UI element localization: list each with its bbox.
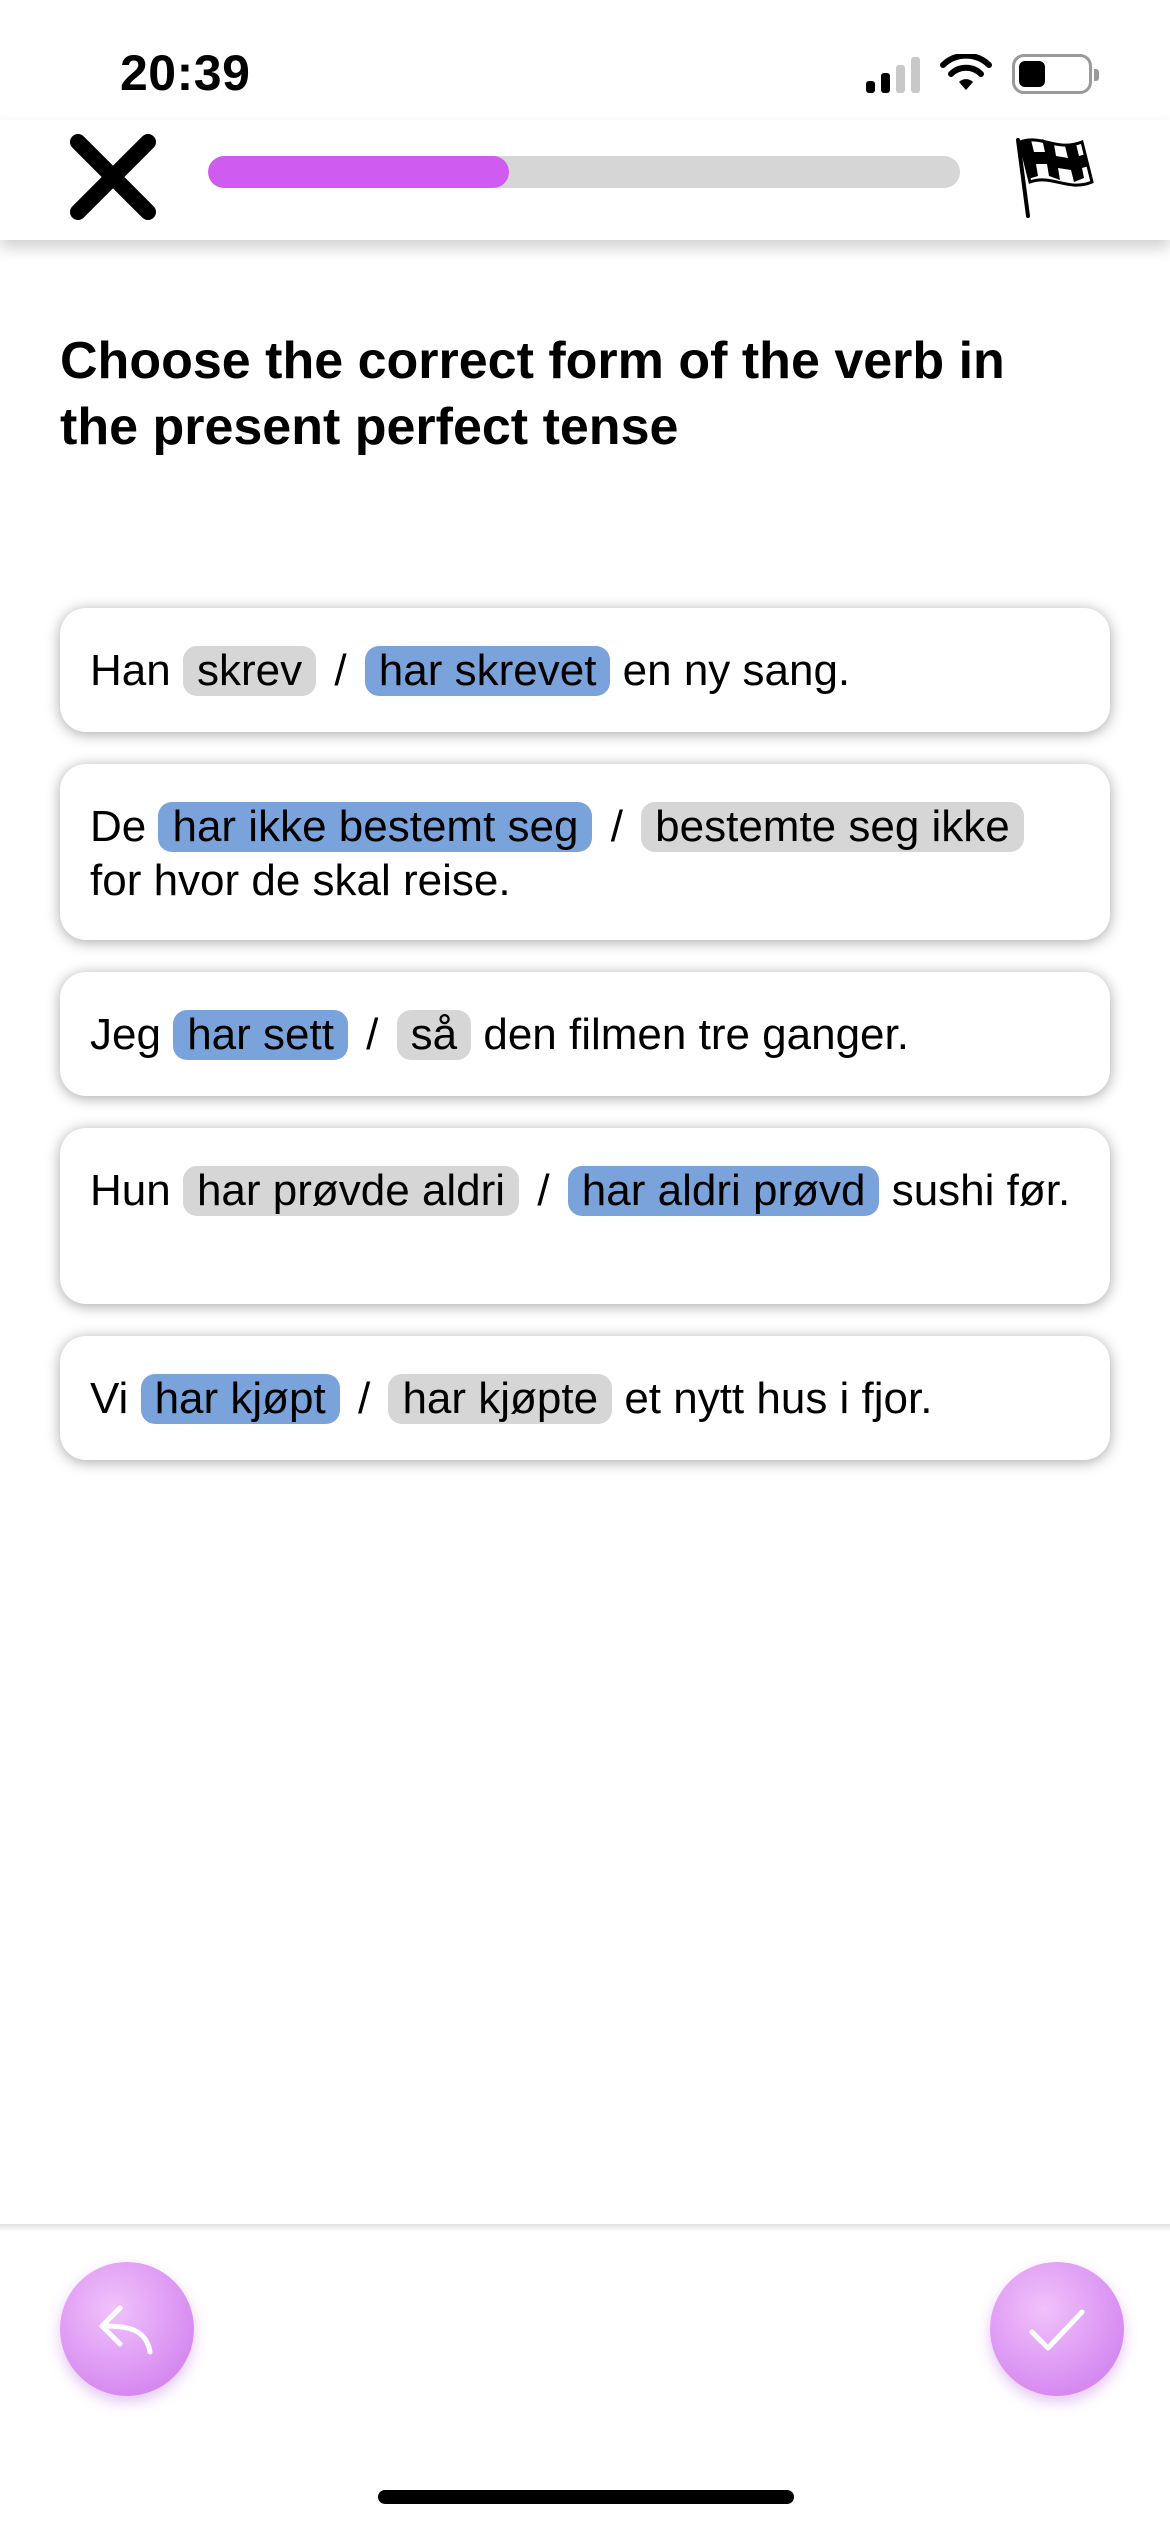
sentence-end: et nytt hus i fjor. — [624, 1374, 933, 1423]
option-separator: / — [610, 802, 623, 851]
sentence-start: Han — [90, 646, 171, 695]
sentence-start: Vi — [90, 1374, 129, 1423]
exercise-card: Jeg har sett / så den filmen tre ganger. — [60, 972, 1110, 1096]
progress-bar — [208, 156, 960, 188]
exercise-card: Han skrev / har skrevet en ny sang. — [60, 608, 1110, 732]
undo-button[interactable] — [60, 2262, 194, 2396]
exercise-card: Vi har kjøpt / har kjøpte et nytt hus i … — [60, 1336, 1110, 1460]
cellular-signal-icon — [866, 55, 920, 93]
checkmark-icon — [1029, 2309, 1085, 2351]
sentence-end: en ny sang. — [622, 646, 851, 695]
status-icons — [866, 54, 1099, 94]
status-bar: 20:39 — [0, 0, 1170, 120]
option-b-chip[interactable]: bestemte seg ikke — [641, 802, 1024, 852]
battery-icon — [1012, 54, 1099, 94]
top-bar — [0, 120, 1170, 240]
sentence-start: De — [90, 802, 147, 851]
option-separator: / — [334, 646, 347, 695]
close-button[interactable] — [66, 130, 160, 224]
option-separator: / — [357, 1374, 371, 1423]
close-icon — [70, 134, 156, 220]
check-answer-button[interactable] — [990, 2262, 1124, 2396]
exercise-list: Han skrev / har skrevet en ny sang. De h… — [60, 608, 1110, 1492]
option-a-chip[interactable]: har prøvde aldri — [182, 1166, 520, 1216]
option-a-chip[interactable]: har kjøpt — [140, 1374, 340, 1424]
sentence-end: den filmen tre ganger. — [483, 1010, 909, 1059]
sentence-end: for hvor de skal reise. — [90, 856, 511, 905]
battery-level — [1019, 61, 1046, 87]
checkered-flag-icon — [1016, 138, 1094, 218]
sentence-start: Hun — [90, 1166, 171, 1215]
option-a-chip[interactable]: har sett — [173, 1010, 348, 1060]
option-b-chip[interactable]: har skrevet — [364, 646, 611, 696]
exercise-card: De har ikke bestemt seg / bestemte seg i… — [60, 764, 1110, 940]
sentence-end: sushi før. — [891, 1166, 1071, 1215]
option-a-chip[interactable]: skrev — [182, 646, 317, 696]
option-b-chip[interactable]: har aldri prøvd — [567, 1166, 880, 1216]
option-a-chip[interactable]: har ikke bestemt seg — [158, 802, 593, 852]
exercise-card: Hun har prøvde aldri / har aldri prøvd s… — [60, 1128, 1110, 1304]
status-time: 20:39 — [120, 45, 251, 101]
footer-divider — [0, 2224, 1170, 2232]
instruction-title: Choose the correct form of the verb in t… — [60, 332, 1005, 456]
home-indicator[interactable] — [378, 2490, 794, 2504]
option-separator: / — [366, 1010, 379, 1059]
undo-icon — [99, 2305, 153, 2355]
sentence-start: Jeg — [90, 1010, 161, 1059]
finish-flag-button[interactable] — [1012, 132, 1102, 222]
option-separator: / — [537, 1166, 550, 1215]
option-b-chip[interactable]: har kjøpte — [388, 1374, 613, 1424]
wifi-icon — [940, 54, 992, 90]
progress-fill — [208, 156, 509, 188]
option-b-chip[interactable]: så — [396, 1010, 472, 1060]
